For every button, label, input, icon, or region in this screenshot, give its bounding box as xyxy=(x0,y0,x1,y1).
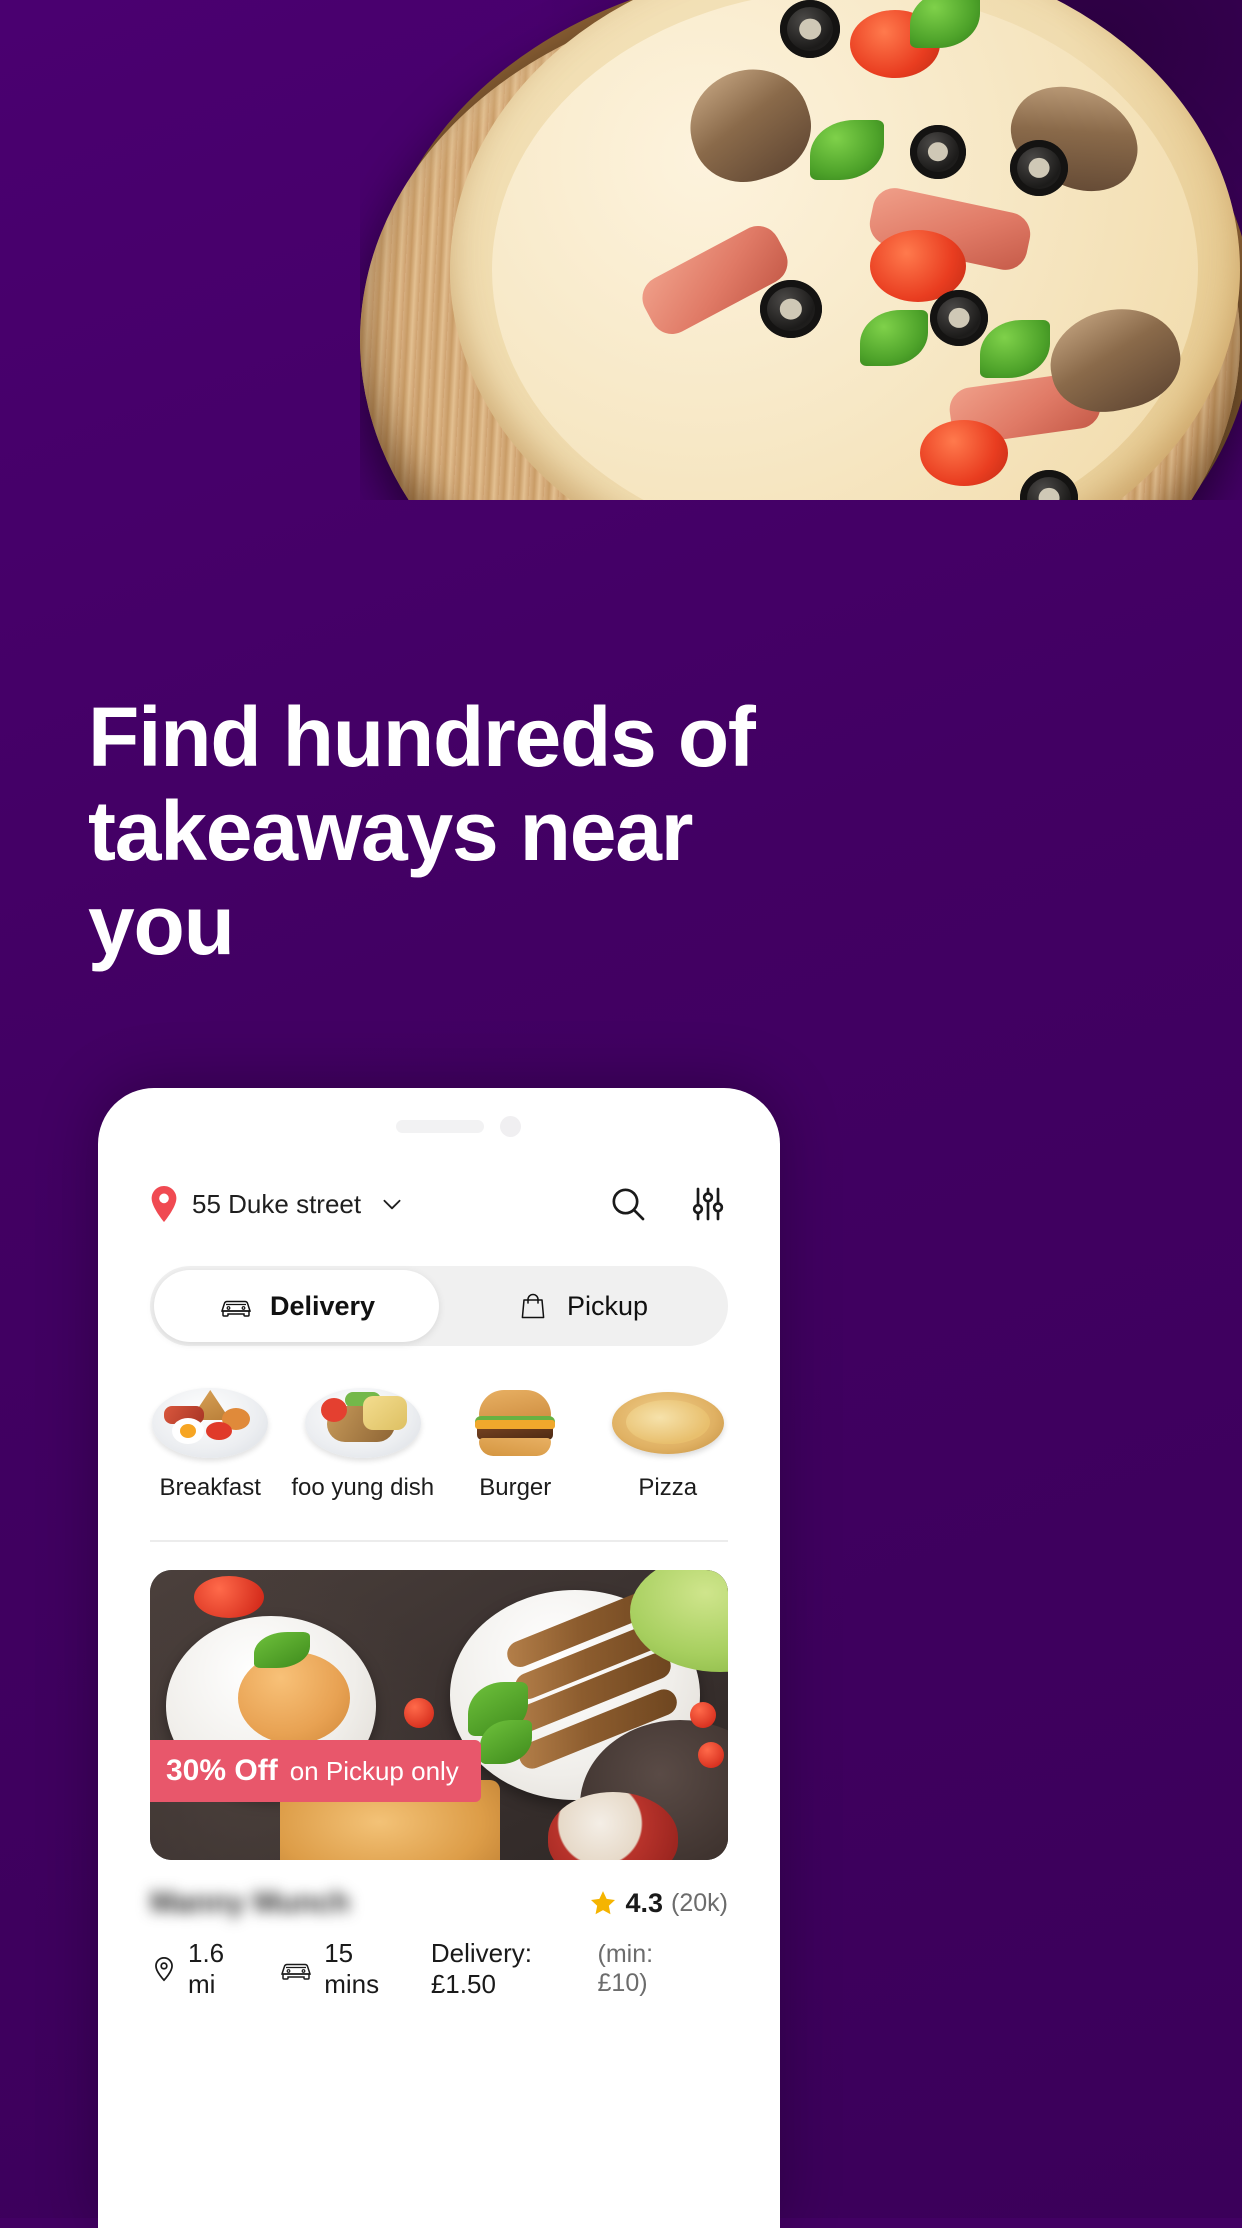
tab-pickup-label: Pickup xyxy=(566,1290,649,1321)
category-label: foo yung dish xyxy=(291,1474,435,1501)
burger-image xyxy=(449,1374,581,1460)
category-label: Burger xyxy=(479,1474,552,1501)
meta-distance-text: 1.6 mi xyxy=(188,1938,225,1999)
rating: 4.3 (20k) xyxy=(589,1888,728,1919)
pizza-image xyxy=(602,1374,734,1460)
restaurant-card-header: Manny Munch 4.3 (20k) xyxy=(150,1886,728,1920)
category-label: Breakfast xyxy=(159,1474,261,1501)
promo-condition: on Pickup only xyxy=(289,1756,459,1786)
tab-delivery[interactable]: Delivery xyxy=(154,1270,439,1342)
star-icon xyxy=(589,1889,617,1917)
car-icon xyxy=(220,1300,251,1317)
address-bar[interactable]: 55 Duke street xyxy=(98,1156,780,1228)
category-item-foo-yung-dish[interactable]: foo yung dish xyxy=(291,1374,436,1502)
meta-time: 15 mins xyxy=(278,1938,397,2000)
restaurant-card[interactable]: 30% Off on Pickup only Manny Munch 4.3 (… xyxy=(98,1542,780,2000)
search-icon[interactable] xyxy=(608,1184,648,1224)
rating-count: (20k) xyxy=(671,1888,728,1917)
category-row: Breakfast foo yung dish Burger Pizza xyxy=(98,1346,780,1502)
mode-toggle[interactable]: Delivery Pickup xyxy=(150,1266,728,1346)
chevron-down-icon[interactable] xyxy=(379,1191,405,1217)
foo-yung-image xyxy=(297,1374,429,1460)
category-item-pizza[interactable]: Pizza xyxy=(596,1374,741,1502)
headline-line-2: takeaways near you xyxy=(88,784,694,973)
phone-mockup: 55 Duke street Delivery Pickup Breakfast… xyxy=(98,1088,780,2228)
restaurant-hero-image: 30% Off on Pickup only xyxy=(150,1570,728,1860)
meta-delivery: Delivery: £1.50 (min: £10) xyxy=(431,1938,694,2000)
phone-speaker xyxy=(396,1120,484,1133)
shopping-bag-icon xyxy=(521,1293,545,1319)
promo-badge: 30% Off on Pickup only xyxy=(150,1740,481,1802)
phone-top-bezel xyxy=(98,1088,780,1156)
category-item-breakfast[interactable]: Breakfast xyxy=(138,1374,283,1502)
car-icon xyxy=(281,1963,312,1980)
category-label: Pizza xyxy=(638,1474,698,1501)
breakfast-image xyxy=(144,1374,276,1460)
restaurant-meta-row: 1.6 mi 15 mins Delivery: £1.50 (min: £10… xyxy=(150,1938,728,2000)
tab-delivery-label: Delivery xyxy=(269,1290,376,1321)
meta-delivery-text: Delivery: £1.50 xyxy=(430,1938,532,1999)
rating-value: 4.3 xyxy=(625,1887,664,1918)
meta-time-text: 15 mins xyxy=(324,1938,380,1999)
page-headline: Find hundreds of takeaways near you xyxy=(88,690,828,972)
phone-camera xyxy=(500,1116,521,1137)
tab-pickup[interactable]: Pickup xyxy=(439,1270,724,1342)
address-text: 55 Duke street xyxy=(192,1188,362,1219)
meta-minimum-text: (min: £10) xyxy=(597,1940,654,1997)
promo-discount: 30% Off xyxy=(166,1754,278,1787)
filters-icon[interactable] xyxy=(688,1184,728,1224)
headline-line-1: Find hundreds of xyxy=(88,690,756,784)
meta-distance: 1.6 mi xyxy=(150,1938,244,2000)
location-pin-icon xyxy=(150,1186,178,1222)
restaurant-name: Manny Munch xyxy=(150,1886,350,1919)
location-target-icon xyxy=(155,1957,173,1982)
category-item-burger[interactable]: Burger xyxy=(443,1374,588,1502)
